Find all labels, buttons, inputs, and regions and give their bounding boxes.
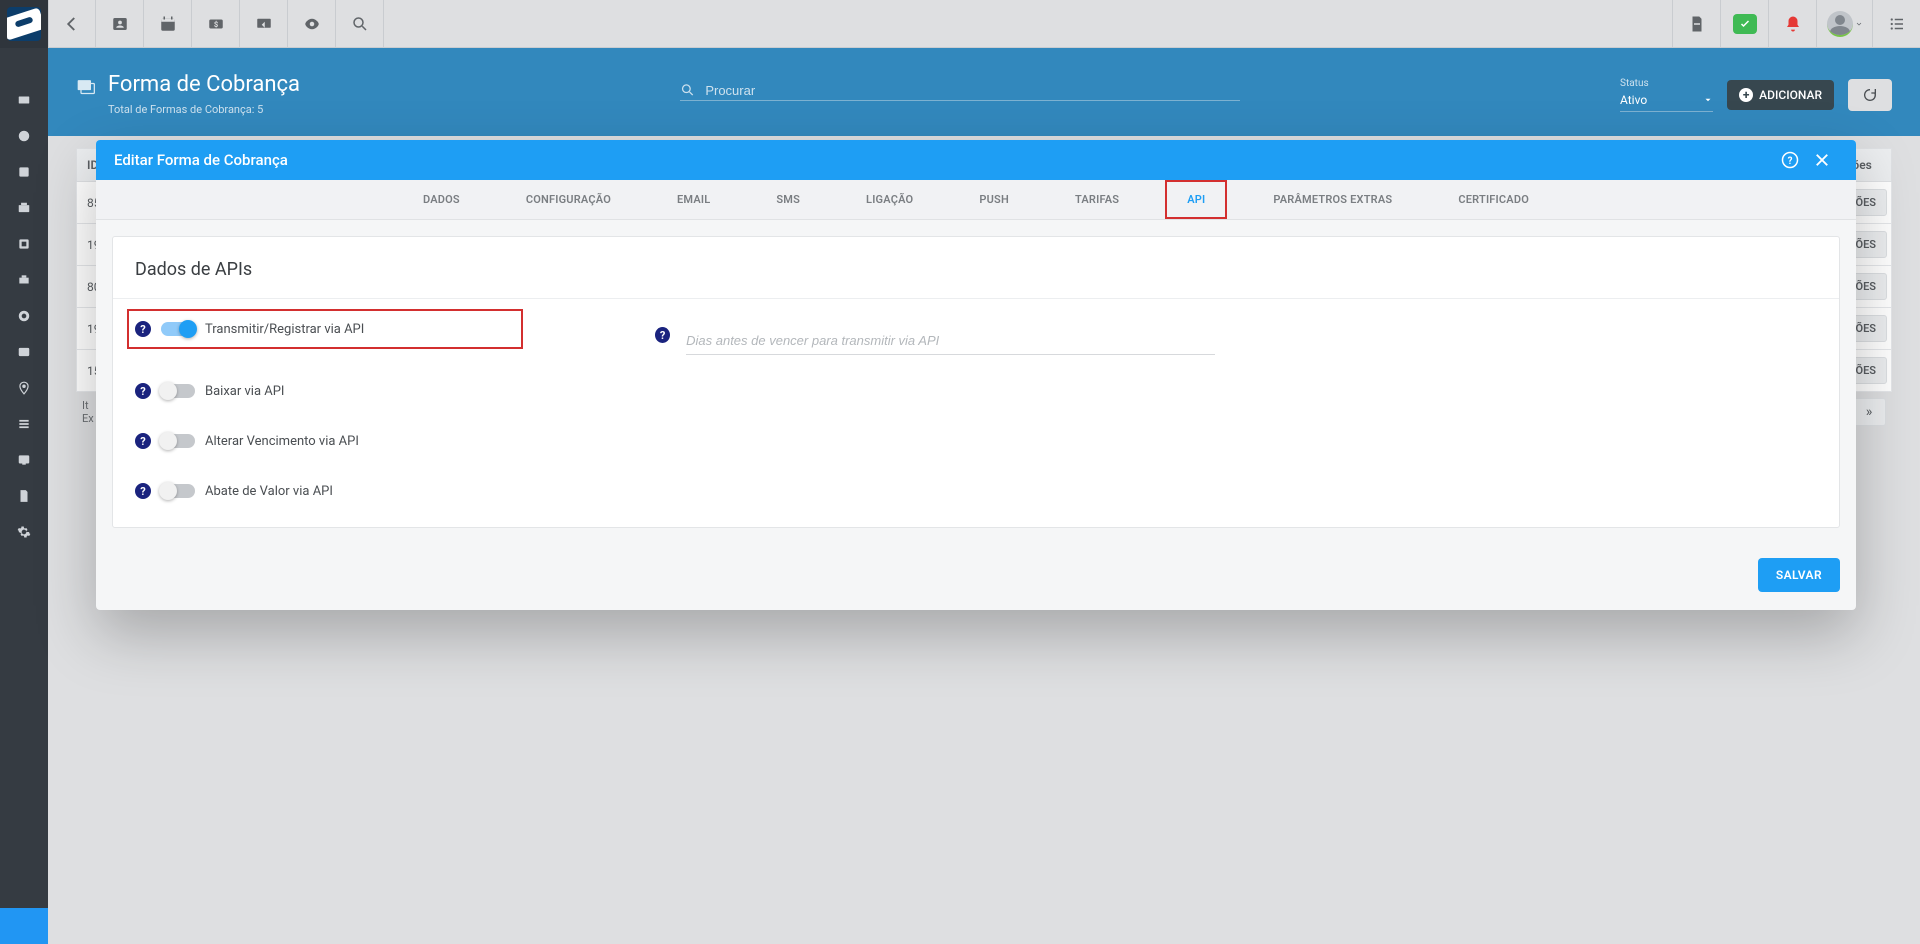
sidebar-nav-item-2[interactable]: [0, 118, 48, 154]
sidebar-nav-item-6[interactable]: [0, 262, 48, 298]
modal-tabs: DADOS CONFIGURAÇÃO EMAIL SMS LIGAÇÃO PUSH TARI…: [96, 180, 1856, 220]
sidebar-nav-settings[interactable]: [0, 514, 48, 550]
save-button[interactable]: SALVAR: [1758, 558, 1840, 592]
sidebar-nav-current[interactable]: [0, 908, 48, 944]
modal-close-icon[interactable]: [1806, 144, 1838, 176]
chevron-down-icon: [1703, 95, 1713, 105]
search-field[interactable]: [680, 82, 1240, 101]
toolbar-calendar-icon[interactable]: [144, 0, 192, 47]
help-icon[interactable]: ?: [135, 483, 151, 499]
sidebar-nav-item-3[interactable]: [0, 154, 48, 190]
status-label: Status: [1620, 78, 1713, 89]
card-title: Dados de APIs: [113, 259, 1839, 299]
sidebar-nav-item-8[interactable]: [0, 334, 48, 370]
toggle-label: Abate de Valor via API: [205, 484, 333, 499]
toolbar-search-icon[interactable]: [336, 0, 384, 47]
pagination-next[interactable]: »: [1852, 398, 1886, 426]
tab-certificado[interactable]: CERTIFICADO: [1438, 180, 1549, 219]
modal-title: Editar Forma de Cobrança: [114, 151, 288, 169]
edit-modal: Editar Forma de Cobrança ? DADOS CONFIGUR…: [96, 140, 1856, 610]
toggle-row: ? Abate de Valor via API: [135, 483, 515, 499]
modal-header: Editar Forma de Cobrança ?: [96, 140, 1856, 180]
help-icon[interactable]: ?: [135, 433, 151, 449]
days-before-input[interactable]: [686, 327, 1215, 355]
page-subtitle: Total de Formas de Cobrança: 5: [108, 103, 300, 116]
sidebar-nav-item-11[interactable]: [0, 442, 48, 478]
tab-configura-o[interactable]: CONFIGURAÇÃO: [506, 180, 631, 219]
tab-par-metros-extras[interactable]: PARÂMETROS EXTRAS: [1253, 180, 1412, 219]
tab-api[interactable]: API: [1165, 180, 1227, 219]
svg-text:?: ?: [1788, 156, 1793, 167]
sidebar-nav-item-10[interactable]: [0, 406, 48, 442]
refresh-button[interactable]: [1848, 79, 1892, 111]
tab-tarifas[interactable]: TARIFAS: [1055, 180, 1139, 219]
tab-email[interactable]: EMAIL: [657, 180, 730, 219]
toggle-row: ? Alterar Vencimento via API: [135, 433, 515, 449]
toolbar-check-badge[interactable]: [1720, 0, 1768, 47]
toggle-label: Transmitir/Registrar via API: [205, 322, 364, 337]
toggle-label: Alterar Vencimento via API: [205, 434, 359, 449]
toolbar-pdf-icon[interactable]: [1672, 0, 1720, 47]
toolbar-list-icon[interactable]: [1872, 0, 1920, 47]
status-value: Ativo: [1620, 93, 1647, 107]
page-header: Forma de Cobrança Total de Formas de Cob…: [48, 48, 1920, 136]
sidebar-nav-item-1[interactable]: [0, 82, 48, 118]
help-icon[interactable]: ?: [135, 321, 151, 337]
modal-help-icon[interactable]: ?: [1774, 144, 1806, 176]
api-card: Dados de APIs ? Transmitir/Registrar via…: [112, 236, 1840, 528]
footer-text-2: Ex: [82, 412, 94, 425]
tab-dados[interactable]: DADOS: [403, 180, 480, 219]
tab-push[interactable]: PUSH: [959, 180, 1029, 219]
page-title: Forma de Cobrança: [108, 72, 300, 97]
toggle-switch[interactable]: [161, 322, 195, 336]
app-logo[interactable]: [0, 0, 48, 48]
sidebar-nav-item-5[interactable]: [0, 226, 48, 262]
status-filter[interactable]: Status Ativo: [1620, 78, 1713, 112]
left-sidebar: [0, 0, 48, 944]
toggle-switch[interactable]: [161, 434, 195, 448]
help-icon[interactable]: ?: [655, 327, 670, 343]
tab-sms[interactable]: SMS: [756, 180, 820, 219]
page-title-icon: [76, 72, 96, 100]
toolbar-contact-icon[interactable]: [96, 0, 144, 47]
toggle-row: ? Baixar via API: [135, 383, 515, 399]
help-icon[interactable]: ?: [135, 383, 151, 399]
sidebar-nav-item-7[interactable]: [0, 298, 48, 334]
add-button[interactable]: + ADICIONAR: [1727, 80, 1834, 110]
toggle-switch[interactable]: [161, 484, 195, 498]
toolbar-eye-icon[interactable]: [288, 0, 336, 47]
footer-text-1: It: [82, 399, 94, 412]
toolbar-user-menu[interactable]: [1816, 0, 1872, 47]
back-button[interactable]: [48, 0, 96, 47]
search-input[interactable]: [705, 83, 1240, 98]
sidebar-nav-item-12[interactable]: [0, 478, 48, 514]
toolbar-screen-icon[interactable]: [240, 0, 288, 47]
tab-liga-o[interactable]: LIGAÇÃO: [846, 180, 933, 219]
search-icon: [680, 82, 695, 98]
toolbar-notification-icon[interactable]: [1768, 0, 1816, 47]
add-button-label: ADICIONAR: [1759, 88, 1822, 102]
plus-icon: +: [1739, 88, 1753, 102]
top-toolbar: $: [48, 0, 1920, 48]
toggle-label: Baixar via API: [205, 384, 284, 399]
sidebar-nav-item-4[interactable]: [0, 190, 48, 226]
sidebar-nav-item-9[interactable]: [0, 370, 48, 406]
toggle-switch[interactable]: [161, 384, 195, 398]
toggle-row: ? Transmitir/Registrar via API: [127, 309, 523, 349]
toolbar-money-icon[interactable]: $: [192, 0, 240, 47]
svg-text:$: $: [213, 20, 217, 29]
